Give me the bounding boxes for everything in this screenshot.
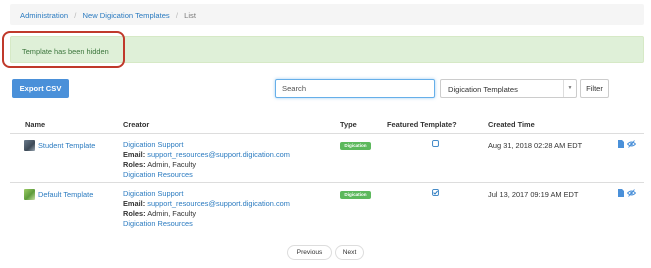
column-header-creator: Creator: [123, 120, 150, 129]
hidden-eye-icon[interactable]: [627, 189, 636, 197]
column-header-featured: Featured Template?: [387, 120, 457, 129]
default-template-thumbnail: [24, 189, 35, 200]
type-badge: Digication: [340, 142, 371, 150]
row-actions: [618, 189, 636, 197]
creator-org-link[interactable]: Digication Resources: [123, 219, 193, 228]
breadcrumb-separator: /: [175, 11, 178, 20]
document-icon[interactable]: [618, 189, 624, 197]
template-type-select[interactable]: Digication Templates ▼: [440, 79, 577, 98]
previous-page-button[interactable]: Previous: [287, 245, 332, 260]
row-actions: [618, 140, 636, 148]
creator-info: Digication Support Email: support_resour…: [123, 189, 290, 229]
roles-label: Roles:: [123, 160, 146, 169]
breadcrumb-new-digication-templates[interactable]: New Digication Templates: [83, 11, 170, 20]
column-header-created: Created Time: [488, 120, 535, 129]
checkbox-checked-icon[interactable]: [431, 189, 440, 198]
creator-roles: Admin, Faculty: [147, 160, 197, 169]
table-header-divider: [10, 133, 644, 134]
template-name-link[interactable]: Default Template: [38, 190, 93, 199]
student-template-thumbnail: [24, 140, 35, 151]
export-csv-button[interactable]: Export CSV: [12, 79, 69, 98]
roles-label: Roles:: [123, 209, 146, 218]
template-name-link[interactable]: Student Template: [38, 141, 95, 150]
creator-roles: Admin, Faculty: [147, 209, 197, 218]
creator-email-link[interactable]: support_resources@support.digication.com: [147, 199, 290, 208]
breadcrumb: Administration / New Digication Template…: [10, 4, 644, 25]
chevron-down-icon[interactable]: ▼: [563, 80, 576, 97]
search-input[interactable]: Search: [275, 79, 435, 98]
created-time: Aug 31, 2018 02:28 AM EDT: [488, 141, 583, 150]
creator-name-link[interactable]: Digication Support: [123, 189, 183, 198]
row-divider: [10, 182, 644, 183]
email-label: Email:: [123, 199, 146, 208]
breadcrumb-current: List: [184, 11, 196, 20]
checkbox-empty-icon[interactable]: [431, 140, 440, 149]
type-badge: Digication: [340, 191, 371, 199]
filter-button[interactable]: Filter: [580, 79, 609, 98]
email-label: Email:: [123, 150, 146, 159]
column-header-name: Name: [25, 120, 46, 129]
created-time: Jul 13, 2017 09:19 AM EDT: [488, 190, 579, 199]
breadcrumb-separator: /: [74, 11, 77, 20]
annotation-highlight: [2, 31, 125, 68]
breadcrumb-administration[interactable]: Administration: [20, 11, 68, 20]
creator-info: Digication Support Email: support_resour…: [123, 140, 290, 180]
select-value: Digication Templates: [448, 85, 518, 94]
next-page-button[interactable]: Next: [335, 245, 364, 260]
creator-name-link[interactable]: Digication Support: [123, 140, 183, 149]
creator-email-link[interactable]: support_resources@support.digication.com: [147, 150, 290, 159]
document-icon[interactable]: [618, 140, 624, 148]
hidden-eye-icon[interactable]: [627, 140, 636, 148]
creator-org-link[interactable]: Digication Resources: [123, 170, 193, 179]
column-header-type: Type: [340, 120, 357, 129]
